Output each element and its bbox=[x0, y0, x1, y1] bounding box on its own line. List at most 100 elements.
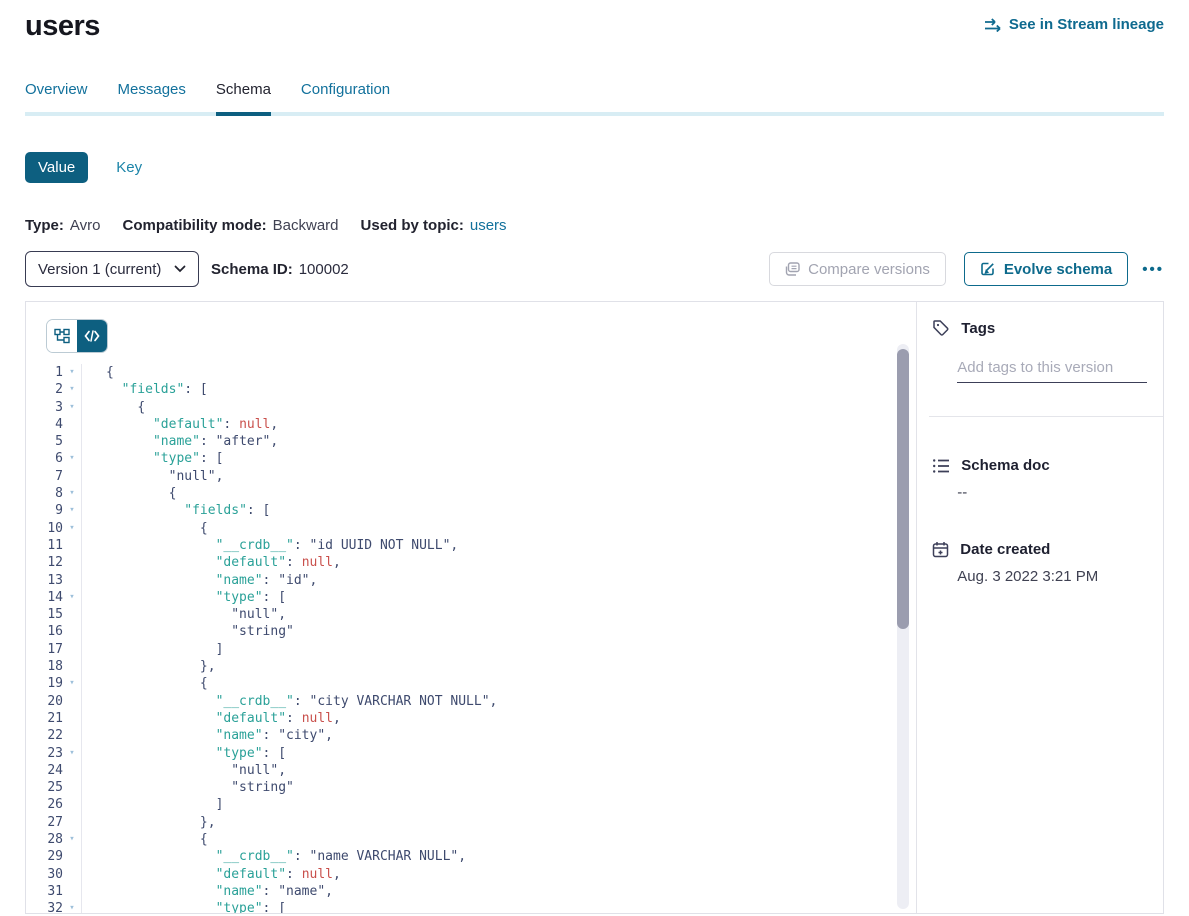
code-line: 9▾ "fields": [ bbox=[26, 502, 916, 519]
chevron-down-icon bbox=[174, 265, 186, 273]
line-number: 14 bbox=[26, 589, 63, 606]
view-toggle bbox=[46, 319, 108, 353]
line-number: 29 bbox=[26, 848, 63, 865]
code-line: 25 "string" bbox=[26, 779, 916, 796]
code-text: "__crdb__": "city VARCHAR NOT NULL", bbox=[81, 693, 916, 710]
line-number: 5 bbox=[26, 433, 63, 450]
fold-spacer bbox=[63, 866, 81, 883]
doc-list-icon bbox=[932, 458, 950, 474]
compare-versions-button[interactable]: Compare versions bbox=[769, 252, 946, 286]
fold-spacer bbox=[63, 710, 81, 727]
line-number: 30 bbox=[26, 866, 63, 883]
code-scrollbar-thumb[interactable] bbox=[897, 349, 909, 629]
code-text: "string" bbox=[81, 779, 916, 796]
tree-view-button[interactable] bbox=[47, 320, 77, 352]
schema-info-pane: Tags Schema doc -- bbox=[916, 302, 1163, 913]
line-number: 15 bbox=[26, 606, 63, 623]
code-line: 2▾ "fields": [ bbox=[26, 381, 916, 398]
line-number: 4 bbox=[26, 416, 63, 433]
stream-lineage-icon bbox=[984, 18, 1002, 32]
line-number: 9 bbox=[26, 502, 63, 519]
fold-toggle-icon[interactable]: ▾ bbox=[63, 502, 81, 519]
code-text: { bbox=[81, 520, 916, 537]
code-scrollbar-track[interactable] bbox=[897, 344, 909, 909]
code-line: 27 }, bbox=[26, 814, 916, 831]
code-line: 10▾ { bbox=[26, 520, 916, 537]
version-bar: Version 1 (current) Schema ID: 100002 Co… bbox=[25, 251, 1164, 287]
fold-toggle-icon[interactable]: ▾ bbox=[63, 450, 81, 467]
tab-messages[interactable]: Messages bbox=[118, 81, 186, 112]
tab-overview[interactable]: Overview bbox=[25, 81, 88, 112]
code-text: "type": [ bbox=[81, 745, 916, 762]
code-text: }, bbox=[81, 814, 916, 831]
fold-spacer bbox=[63, 658, 81, 675]
fold-toggle-icon[interactable]: ▾ bbox=[63, 520, 81, 537]
line-number: 18 bbox=[26, 658, 63, 675]
value-toggle-button[interactable]: Value bbox=[25, 152, 88, 183]
tags-input[interactable] bbox=[957, 359, 1147, 383]
code-line: 30 "default": null, bbox=[26, 866, 916, 883]
more-options-button[interactable]: ••• bbox=[1142, 261, 1164, 278]
code-text: "type": [ bbox=[81, 900, 916, 913]
fold-toggle-icon[interactable]: ▾ bbox=[63, 485, 81, 502]
stream-lineage-link[interactable]: See in Stream lineage bbox=[984, 16, 1164, 33]
code-text: { bbox=[81, 831, 916, 848]
code-text: "name": "id", bbox=[81, 572, 916, 589]
code-text: "default": null, bbox=[81, 710, 916, 727]
evolve-schema-button[interactable]: Evolve schema bbox=[964, 252, 1128, 286]
code-line: 15 "null", bbox=[26, 606, 916, 623]
line-number: 24 bbox=[26, 762, 63, 779]
active-tab-indicator bbox=[216, 112, 271, 116]
meta-value-link[interactable]: users bbox=[470, 217, 507, 234]
code-line: 19▾ { bbox=[26, 675, 916, 692]
fold-spacer bbox=[63, 727, 81, 744]
fold-toggle-icon[interactable]: ▾ bbox=[63, 900, 81, 913]
code-text: "null", bbox=[81, 606, 916, 623]
line-number: 3 bbox=[26, 399, 63, 416]
code-line: 4 "default": null, bbox=[26, 416, 916, 433]
schema-doc-heading: Schema doc bbox=[961, 457, 1049, 474]
code-text: "default": null, bbox=[81, 554, 916, 571]
tab-rail bbox=[25, 112, 1164, 116]
fold-spacer bbox=[63, 848, 81, 865]
line-number: 8 bbox=[26, 485, 63, 502]
fold-toggle-icon[interactable]: ▾ bbox=[63, 675, 81, 692]
code-text: { bbox=[81, 364, 916, 381]
schema-doc-value: -- bbox=[957, 484, 1163, 501]
date-created-value: Aug. 3 2022 3:21 PM bbox=[957, 568, 1163, 585]
fold-toggle-icon[interactable]: ▾ bbox=[63, 364, 81, 381]
fold-toggle-icon[interactable]: ▾ bbox=[63, 831, 81, 848]
line-number: 27 bbox=[26, 814, 63, 831]
schema-panel: 1▾{2▾ "fields": [3▾ {4 "default": null,5… bbox=[25, 301, 1164, 914]
code-line: 20 "__crdb__": "city VARCHAR NOT NULL", bbox=[26, 693, 916, 710]
code-view-button[interactable] bbox=[77, 320, 107, 352]
fold-spacer bbox=[63, 796, 81, 813]
code-line: 5 "name": "after", bbox=[26, 433, 916, 450]
code-line: 1▾{ bbox=[26, 364, 916, 381]
meta-item: Compatibility mode:Backward bbox=[122, 217, 338, 234]
fold-spacer bbox=[63, 641, 81, 658]
code-text: "name": "after", bbox=[81, 433, 916, 450]
line-number: 31 bbox=[26, 883, 63, 900]
versions-icon bbox=[785, 262, 800, 277]
fold-toggle-icon[interactable]: ▾ bbox=[63, 745, 81, 762]
code-text: { bbox=[81, 675, 916, 692]
version-select[interactable]: Version 1 (current) bbox=[25, 251, 199, 287]
key-value-toggle: Value Key bbox=[25, 152, 1164, 183]
date-created-section-header: Date created bbox=[917, 541, 1163, 558]
line-number: 7 bbox=[26, 468, 63, 485]
fold-toggle-icon[interactable]: ▾ bbox=[63, 399, 81, 416]
code-text: "__crdb__": "name VARCHAR NULL", bbox=[81, 848, 916, 865]
compare-versions-label: Compare versions bbox=[808, 261, 930, 278]
fold-toggle-icon[interactable]: ▾ bbox=[63, 589, 81, 606]
code-line: 6▾ "type": [ bbox=[26, 450, 916, 467]
tab-configuration[interactable]: Configuration bbox=[301, 81, 390, 112]
code-line: 14▾ "type": [ bbox=[26, 589, 916, 606]
code-line: 32▾ "type": [ bbox=[26, 900, 916, 913]
fold-spacer bbox=[63, 537, 81, 554]
tab-schema[interactable]: Schema bbox=[216, 81, 271, 112]
code-line: 17 ] bbox=[26, 641, 916, 658]
fold-toggle-icon[interactable]: ▾ bbox=[63, 381, 81, 398]
key-toggle-button[interactable]: Key bbox=[116, 159, 142, 176]
line-number: 23 bbox=[26, 745, 63, 762]
